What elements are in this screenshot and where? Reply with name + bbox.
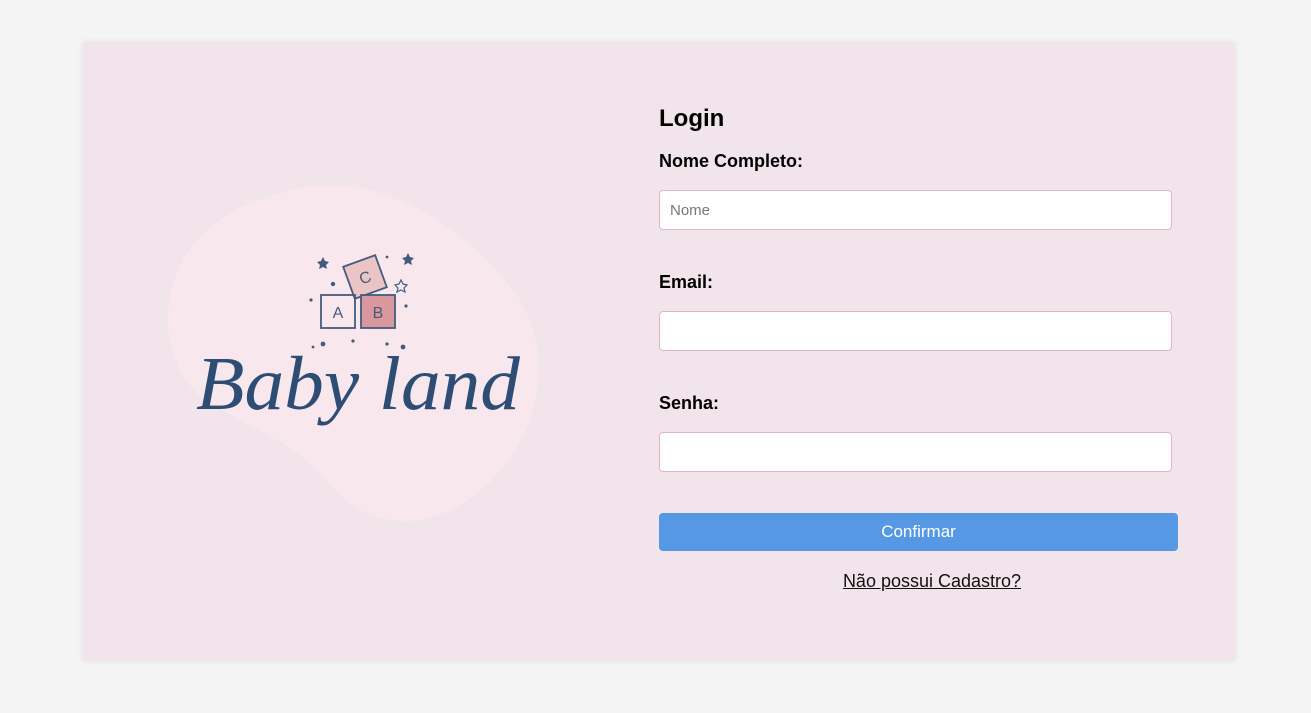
register-link[interactable]: Não possui Cadastro? — [843, 571, 1021, 591]
password-input[interactable] — [659, 432, 1172, 472]
register-link-row: Não possui Cadastro? — [659, 571, 1205, 592]
block-a-letter: A — [333, 305, 344, 322]
login-card: C A B Baby land Login Nome Completo: Ema… — [83, 42, 1235, 661]
login-form: Login Nome Completo: Email: Senha: Confi… — [659, 102, 1179, 592]
page-title: Login — [659, 105, 725, 132]
name-label: Nome Completo: — [659, 151, 803, 171]
name-input[interactable] — [659, 190, 1172, 230]
password-label: Senha: — [659, 393, 720, 413]
block-b-icon: B — [360, 294, 396, 329]
dot-icon — [385, 255, 389, 259]
dot-icon — [404, 304, 408, 308]
email-input[interactable] — [659, 311, 1172, 351]
brand-name: Baby land — [196, 342, 521, 426]
dot-icon — [330, 281, 336, 287]
dot-icon — [309, 298, 313, 302]
email-label: Email: — [659, 272, 714, 292]
block-b-letter: B — [373, 305, 384, 322]
logo-graphic: C A B Baby land — [167, 184, 539, 522]
confirm-button[interactable]: Confirmar — [659, 513, 1178, 551]
brand-logo: C A B Baby land — [163, 182, 553, 527]
